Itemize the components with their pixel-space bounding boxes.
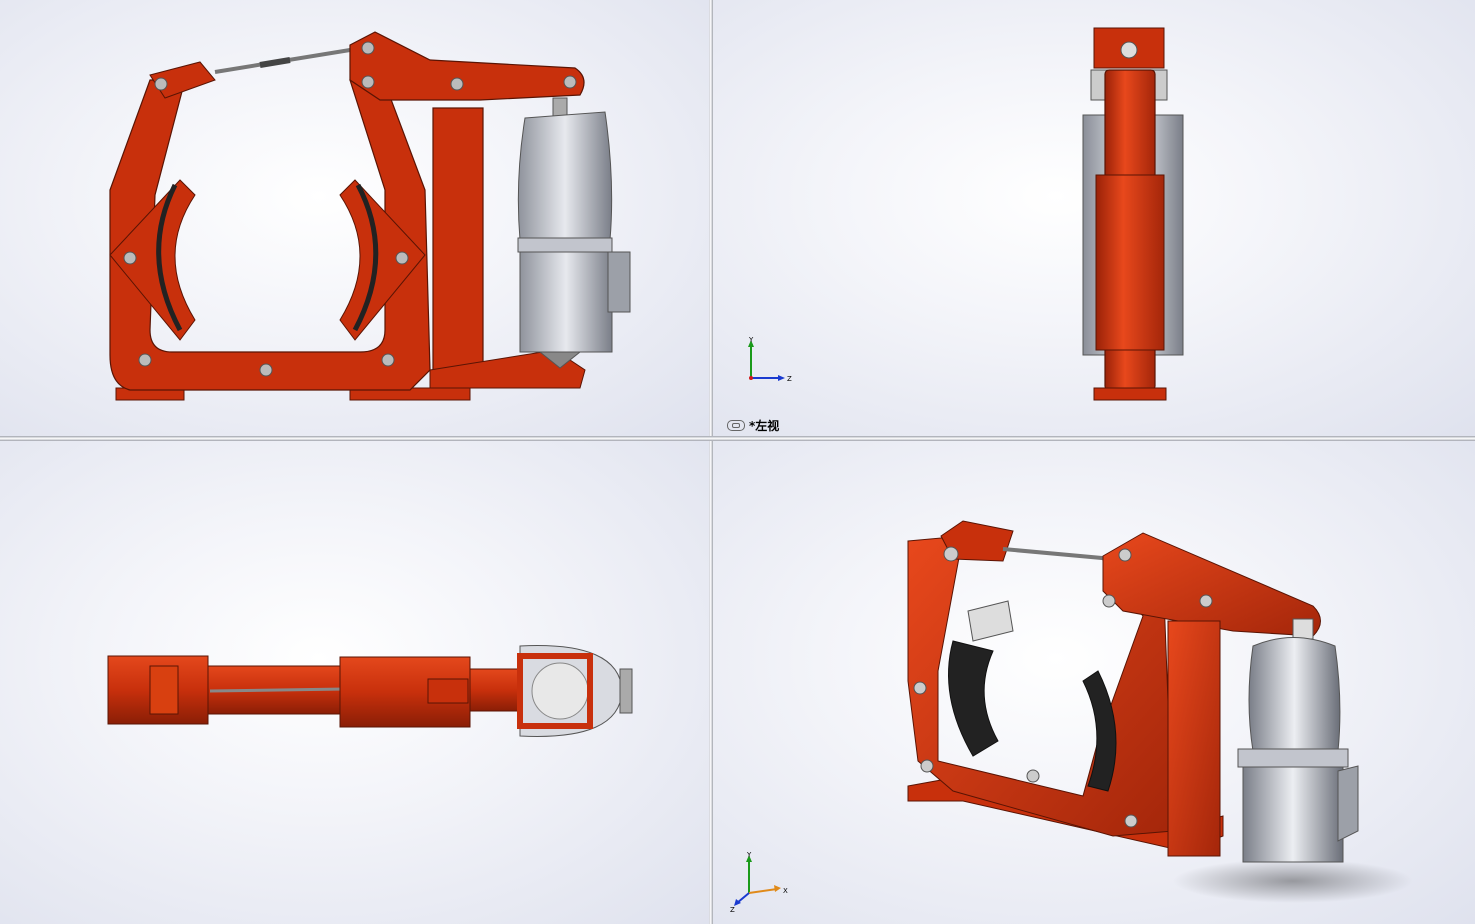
top-lever <box>349 31 585 101</box>
pin-icon <box>450 77 464 91</box>
pin-icon <box>138 353 152 367</box>
pin-icon <box>154 77 168 91</box>
motor-body <box>519 251 613 353</box>
triad-y-label: Y <box>746 851 752 859</box>
brake-front-view <box>109 31 631 401</box>
link-icon <box>727 420 745 431</box>
pin-icon <box>381 353 395 367</box>
top-left-block <box>149 665 179 715</box>
top-link <box>469 668 521 712</box>
viewport-iso[interactable]: Y X Z <box>713 441 1475 924</box>
triad-y-label: Y <box>748 336 754 344</box>
view-name-text: *左视 <box>749 419 780 433</box>
motor-flange <box>517 237 613 253</box>
top-clevis <box>427 678 469 704</box>
view-name-label: *左视 <box>727 417 779 434</box>
junction-box <box>607 251 631 313</box>
pin-icon <box>943 546 959 562</box>
pin-icon <box>361 75 375 89</box>
viewport-top[interactable] <box>0 441 709 924</box>
triad-z-label: Z <box>730 906 735 913</box>
iso-motor-flange <box>1237 748 1349 768</box>
shoe-side <box>1095 174 1165 351</box>
iso-shoe-plate <box>967 600 1014 642</box>
pin-icon <box>361 41 375 55</box>
iso-thruster-fins <box>1248 637 1341 752</box>
iso-motor-body <box>1242 766 1344 863</box>
iso-junction-box <box>1337 765 1359 842</box>
pin-icon <box>123 251 137 265</box>
thruster-fins <box>517 111 613 241</box>
top-rod <box>209 687 346 693</box>
pin-icon <box>563 75 577 89</box>
pin-icon <box>1120 41 1138 59</box>
iso-shoe-lining-right <box>1082 670 1117 792</box>
pin-icon <box>259 363 273 377</box>
turnbuckle <box>259 57 291 68</box>
iso-column <box>1167 620 1221 857</box>
top-junction-box <box>619 668 633 714</box>
iso-shadow <box>1173 859 1413 903</box>
thruster-column <box>432 107 484 381</box>
iso-shoe-lining-left <box>948 640 999 757</box>
motor-cap <box>531 662 589 720</box>
push-rod <box>552 97 568 117</box>
viewport-splitter-vertical[interactable] <box>709 0 713 924</box>
viewport-splitter-horizontal[interactable] <box>0 436 1475 441</box>
coordinate-triad-iso: Y X Z <box>730 851 788 913</box>
coordinate-triad: Y Z <box>748 336 792 383</box>
iso-push-rod <box>1292 618 1314 640</box>
brake-left-view <box>1082 27 1184 401</box>
brake-top-view <box>107 645 633 737</box>
base-side <box>1093 387 1167 401</box>
triad-x-label: X <box>783 887 788 895</box>
triad-z-label: Z <box>787 375 792 383</box>
viewport-front[interactable] <box>0 0 709 436</box>
brake-isometric-view <box>907 520 1413 903</box>
pin-icon <box>395 251 409 265</box>
iso-rod <box>1002 547 1114 561</box>
viewport-left[interactable]: Y Z *左视 <box>713 0 1475 436</box>
